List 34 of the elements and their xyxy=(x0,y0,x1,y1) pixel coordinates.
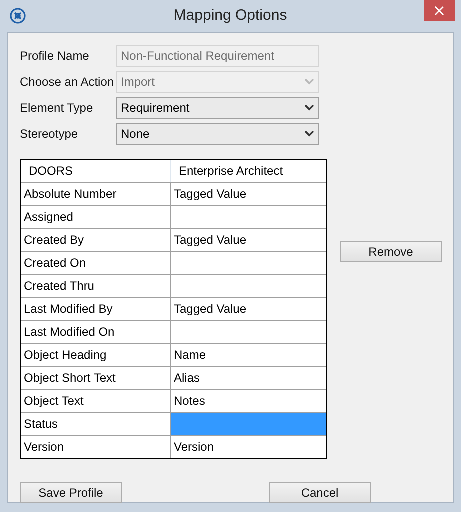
table-cell[interactable]: Version xyxy=(171,436,326,458)
table-cell[interactable]: Alias xyxy=(171,367,326,389)
close-button[interactable]: × xyxy=(424,0,455,21)
dropdown[interactable]: Requirement xyxy=(116,97,319,119)
window-title: Mapping Options xyxy=(174,7,288,24)
table-cell: Created On xyxy=(21,252,171,274)
table-cell: Absolute Number xyxy=(21,183,171,205)
table-cell: Last Modified By xyxy=(21,298,171,320)
table-cell: Object Short Text xyxy=(21,367,171,389)
field-label: Profile Name xyxy=(20,49,90,63)
table-cell[interactable]: Notes xyxy=(171,390,326,412)
dropdown[interactable]: None xyxy=(116,123,319,145)
table-cell: Object Heading xyxy=(21,344,171,366)
table-cell[interactable] xyxy=(171,413,326,435)
chevron-icon xyxy=(305,105,314,111)
table-cell: Created Thru xyxy=(21,275,171,297)
table-cell: Version xyxy=(21,436,171,458)
table-cell: Created By xyxy=(21,229,171,251)
table-cell: Assigned xyxy=(21,206,171,228)
table-cell: Last Modified On xyxy=(21,321,171,343)
chevron-icon xyxy=(305,79,314,85)
field-label: Element Type xyxy=(20,101,94,115)
dialog-button[interactable]: Cancel xyxy=(269,482,371,503)
field-label: Choose an Action xyxy=(20,75,116,89)
table-cell[interactable]: Tagged Value xyxy=(171,298,326,320)
chevron-icon xyxy=(305,131,314,137)
app-logo-icon xyxy=(10,8,26,24)
table-cell[interactable]: Tagged Value xyxy=(171,229,326,251)
table-cell[interactable]: Tagged Value xyxy=(171,183,326,205)
table-cell: Object Text xyxy=(21,390,171,412)
dialog-button[interactable]: Save Profile xyxy=(20,482,122,503)
field-label: Stereotype xyxy=(20,127,80,141)
table-cell[interactable]: Name xyxy=(171,344,326,366)
remove-button[interactable]: Remove xyxy=(340,241,442,262)
